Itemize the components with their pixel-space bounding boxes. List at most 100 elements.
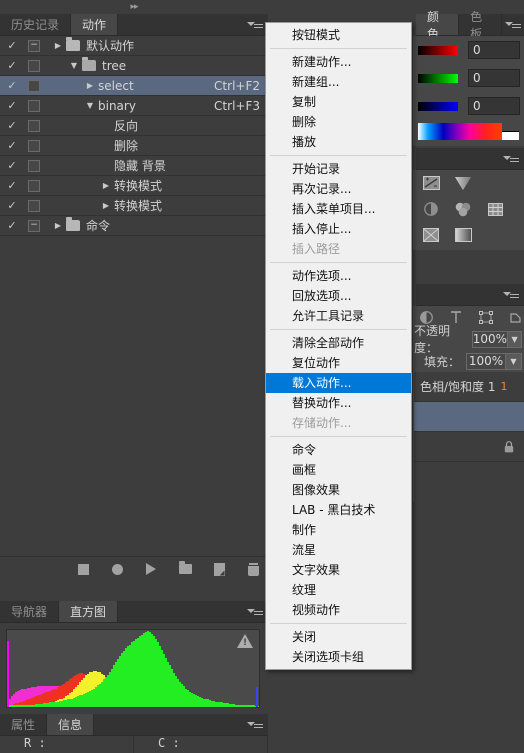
- color-slider-b[interactable]: 0: [414, 92, 524, 120]
- blue-value-field[interactable]: 0: [468, 97, 520, 115]
- play-icon[interactable]: [142, 560, 160, 578]
- menu-item[interactable]: 回放选项...: [266, 286, 411, 306]
- menu-item[interactable]: 制作: [266, 520, 411, 540]
- action-enabled-checkmark[interactable]: ✓: [0, 139, 24, 152]
- action-dialog-toggle[interactable]: [24, 99, 50, 112]
- invert-icon[interactable]: [422, 227, 440, 243]
- action-dialog-toggle[interactable]: [24, 159, 50, 172]
- menu-item[interactable]: 画框: [266, 460, 411, 480]
- new-group-icon[interactable]: [176, 560, 194, 578]
- disclosure-closed-icon[interactable]: ▶: [50, 41, 66, 50]
- menu-item[interactable]: 关闭: [266, 627, 411, 647]
- disclosure-closed-icon[interactable]: ▶: [98, 201, 114, 210]
- red-ramp-icon[interactable]: [418, 45, 458, 55]
- tab-histogram[interactable]: 直方图: [59, 601, 119, 622]
- color-spectrum-ramp[interactable]: [418, 123, 502, 140]
- action-dialog-toggle[interactable]: [24, 139, 50, 152]
- action-row[interactable]: ✓ 删除: [0, 136, 268, 156]
- menu-item[interactable]: 动作选项...: [266, 266, 411, 286]
- adjustments-panel-menu-button[interactable]: [498, 148, 524, 169]
- layer-row-hue-saturation[interactable]: 色相/饱和度 1 1: [414, 372, 524, 402]
- color-panel-menu-button[interactable]: [502, 14, 524, 35]
- menu-item[interactable]: 替换动作...: [266, 393, 411, 413]
- layer-row-selected[interactable]: [414, 402, 524, 432]
- levels-icon[interactable]: [454, 175, 472, 191]
- action-enabled-checkmark[interactable]: ✓: [0, 119, 24, 132]
- action-row[interactable]: ✓ − ▶ 命令: [0, 216, 268, 236]
- tab-swatches[interactable]: 色板: [459, 10, 503, 41]
- color-slider-r[interactable]: 0: [414, 36, 524, 64]
- disclosure-closed-icon[interactable]: ▶: [50, 221, 66, 230]
- menu-item[interactable]: 新建动作...: [266, 52, 411, 72]
- gradient-map-icon[interactable]: [454, 227, 472, 243]
- tab-properties[interactable]: 属性: [0, 714, 48, 735]
- menu-item[interactable]: 复位动作: [266, 353, 411, 373]
- brightness-contrast-icon[interactable]: [422, 175, 440, 191]
- action-dialog-toggle[interactable]: −: [24, 219, 50, 232]
- tab-info[interactable]: 信息: [47, 714, 95, 735]
- menu-item[interactable]: 图像效果: [266, 480, 411, 500]
- action-row[interactable]: ✓ ▶ 转换模式: [0, 196, 268, 216]
- action-dialog-toggle[interactable]: [24, 59, 50, 72]
- menu-item[interactable]: 插入菜单项目...: [266, 199, 411, 219]
- action-row[interactable]: ✓ ▼ tree: [0, 56, 268, 76]
- action-enabled-checkmark[interactable]: ✓: [0, 79, 24, 92]
- opacity-value[interactable]: 100%: [471, 330, 509, 348]
- record-icon[interactable]: [108, 560, 126, 578]
- action-row[interactable]: ✓ ▼ binary Ctrl+F3: [0, 96, 268, 116]
- action-dialog-toggle[interactable]: [24, 79, 50, 92]
- action-enabled-checkmark[interactable]: ✓: [0, 39, 24, 52]
- disclosure-open-icon[interactable]: ▼: [82, 101, 98, 110]
- action-row[interactable]: ✓ ▶ 转换模式: [0, 176, 268, 196]
- menu-item[interactable]: 播放: [266, 132, 411, 152]
- red-value-field[interactable]: 0: [468, 41, 520, 59]
- action-row[interactable]: ✓ 隐藏 背景: [0, 156, 268, 176]
- menu-item[interactable]: 删除: [266, 112, 411, 132]
- menu-item[interactable]: 命令: [266, 440, 411, 460]
- menu-item[interactable]: 纹理: [266, 580, 411, 600]
- menu-item[interactable]: 载入动作...: [266, 373, 411, 393]
- path-icon[interactable]: [477, 309, 495, 325]
- action-enabled-checkmark[interactable]: ✓: [0, 219, 24, 232]
- color-balance-icon[interactable]: [454, 201, 472, 217]
- layers-panel-menu-button[interactable]: [498, 284, 524, 305]
- spectrum-white-swatch[interactable]: [502, 132, 519, 140]
- info-panel-menu-button[interactable]: [242, 714, 268, 735]
- opacity-dropdown-icon[interactable]: ▼: [508, 330, 522, 348]
- green-ramp-icon[interactable]: [418, 73, 458, 83]
- disclosure-open-icon[interactable]: ▼: [66, 61, 82, 70]
- cached-data-warning-icon[interactable]: [237, 634, 253, 648]
- menu-item[interactable]: 文字效果: [266, 560, 411, 580]
- menu-item[interactable]: LAB - 黑白技术: [266, 500, 411, 520]
- fill-dropdown-icon[interactable]: ▼: [506, 352, 522, 370]
- action-enabled-checkmark[interactable]: ✓: [0, 199, 24, 212]
- disclosure-closed-icon[interactable]: ▶: [82, 81, 98, 90]
- layer-row-locked[interactable]: [414, 432, 524, 462]
- menu-item[interactable]: 关闭选项卡组: [266, 647, 411, 667]
- action-enabled-checkmark[interactable]: ✓: [0, 59, 24, 72]
- tab-navigator[interactable]: 导航器: [0, 601, 60, 622]
- action-dialog-toggle[interactable]: [24, 179, 50, 192]
- action-row[interactable]: ✓ 反向: [0, 116, 268, 136]
- action-dialog-toggle[interactable]: −: [24, 39, 50, 52]
- action-enabled-checkmark[interactable]: ✓: [0, 159, 24, 172]
- action-row[interactable]: ✓ − ▶ 默认动作: [0, 36, 268, 56]
- tab-color[interactable]: 颜色: [416, 10, 460, 41]
- green-value-field[interactable]: 0: [468, 69, 520, 87]
- channel-mixer-icon[interactable]: [486, 201, 504, 217]
- tab-actions[interactable]: 动作: [71, 14, 119, 35]
- shape-icon[interactable]: [507, 309, 524, 325]
- action-dialog-toggle[interactable]: [24, 119, 50, 132]
- fill-value[interactable]: 100%: [466, 352, 506, 370]
- histogram-canvas[interactable]: [6, 629, 260, 708]
- disclosure-closed-icon[interactable]: ▶: [98, 181, 114, 190]
- color-slider-g[interactable]: 0: [414, 64, 524, 92]
- menu-item[interactable]: 流星: [266, 540, 411, 560]
- stop-icon[interactable]: [74, 560, 92, 578]
- menu-item[interactable]: 清除全部动作: [266, 333, 411, 353]
- menu-item[interactable]: 按钮模式: [266, 25, 411, 45]
- action-dialog-toggle[interactable]: [24, 199, 50, 212]
- tab-history[interactable]: 历史记录: [0, 14, 72, 35]
- menu-item[interactable]: 开始记录: [266, 159, 411, 179]
- action-enabled-checkmark[interactable]: ✓: [0, 179, 24, 192]
